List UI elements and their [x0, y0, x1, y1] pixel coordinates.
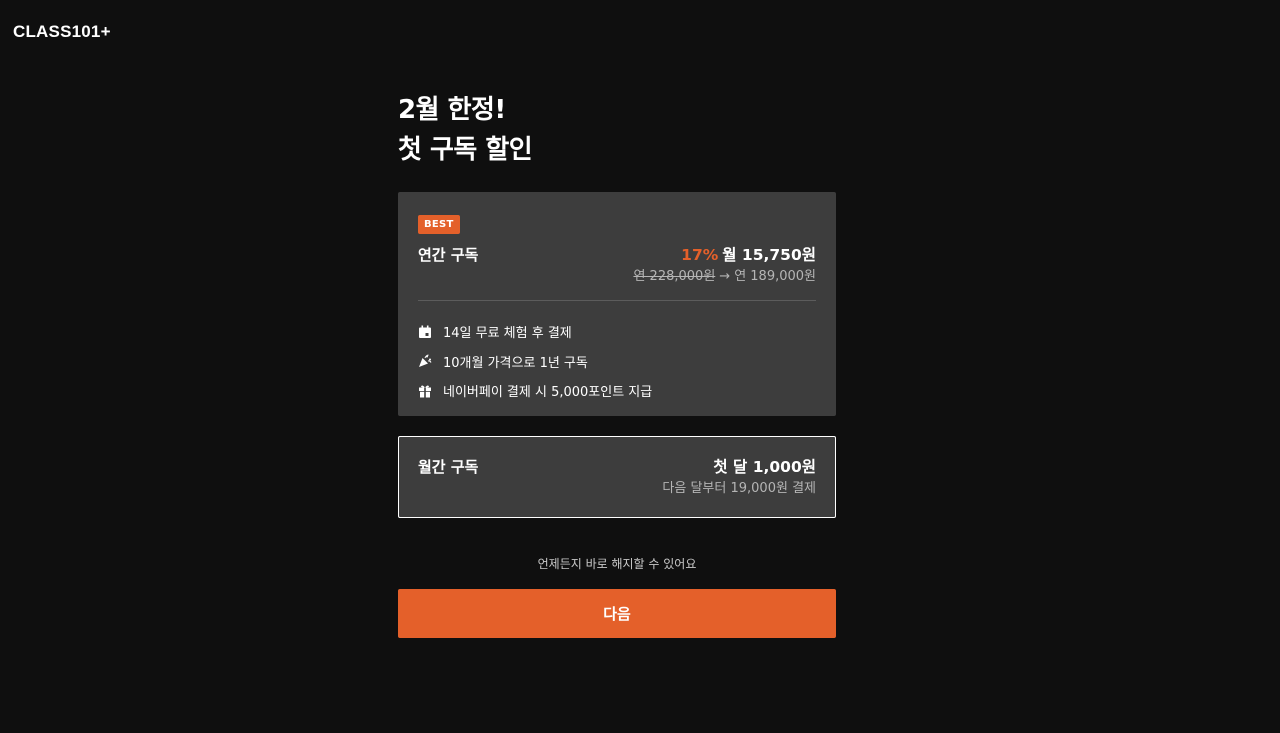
cancel-anytime-note: 언제든지 바로 해지할 수 있어요: [537, 557, 697, 571]
original-price: 연 228,000원: [633, 269, 716, 284]
monthly-price-block: 첫 달 1,000원 다음 달부터 19,000원 결제: [662, 456, 816, 500]
annual-price: 17% 월 15,750원: [633, 244, 816, 266]
gift-icon: [418, 384, 432, 398]
headline-line-1: 2월 한정!: [398, 95, 506, 125]
arrow-right-icon: →: [719, 269, 731, 284]
final-price: 연 189,000원: [734, 269, 816, 284]
annual-plan-card[interactable]: BEST 연간 구독 17% 월 15,750원 연 228,000원 → 연 189…: [398, 192, 836, 416]
subscription-panel: 2월 한정! 첫 구독 할인 BEST 연간 구독 17% 월 15,750원 연…: [398, 90, 836, 638]
calendar-icon: [418, 325, 432, 339]
feature-text: 14일 무료 체험 후 결제: [443, 326, 572, 342]
class101-logo[interactable]: CLASS101+: [13, 22, 111, 42]
next-button[interactable]: 다음: [398, 589, 836, 638]
headline-line-2: 첫 구독 할인: [398, 135, 533, 165]
best-badge: BEST: [418, 215, 460, 234]
annual-plan-name: 연간 구독: [418, 246, 479, 264]
monthly-plan-card[interactable]: 월간 구독 첫 달 1,000원 다음 달부터 19,000원 결제: [398, 436, 836, 518]
monthly-price-detail: 다음 달부터 19,000원 결제: [662, 481, 816, 496]
annual-price-block: 17% 월 15,750원 연 228,000원 → 연 189,000원: [633, 244, 816, 288]
annual-monthly-price: 월 15,750원: [722, 246, 816, 264]
feature-item: 14일 무료 체험 후 결제: [418, 317, 816, 347]
page-title: 2월 한정! 첫 구독 할인: [398, 90, 836, 170]
monthly-plan-name: 월간 구독: [418, 458, 479, 476]
divider: [418, 300, 816, 301]
feature-text: 네이버페이 결제 시 5,000포인트 지급: [443, 385, 653, 401]
feature-item: 네이버페이 결제 시 5,000포인트 지급: [418, 376, 816, 406]
party-popper-icon: [418, 354, 432, 368]
annual-price-detail: 연 228,000원 → 연 189,000원: [633, 266, 816, 288]
discount-percent: 17%: [681, 246, 719, 264]
feature-text: 10개월 가격으로 1년 구독: [443, 355, 588, 371]
feature-item: 10개월 가격으로 1년 구독: [418, 347, 816, 377]
monthly-price: 첫 달 1,000원: [713, 458, 816, 476]
